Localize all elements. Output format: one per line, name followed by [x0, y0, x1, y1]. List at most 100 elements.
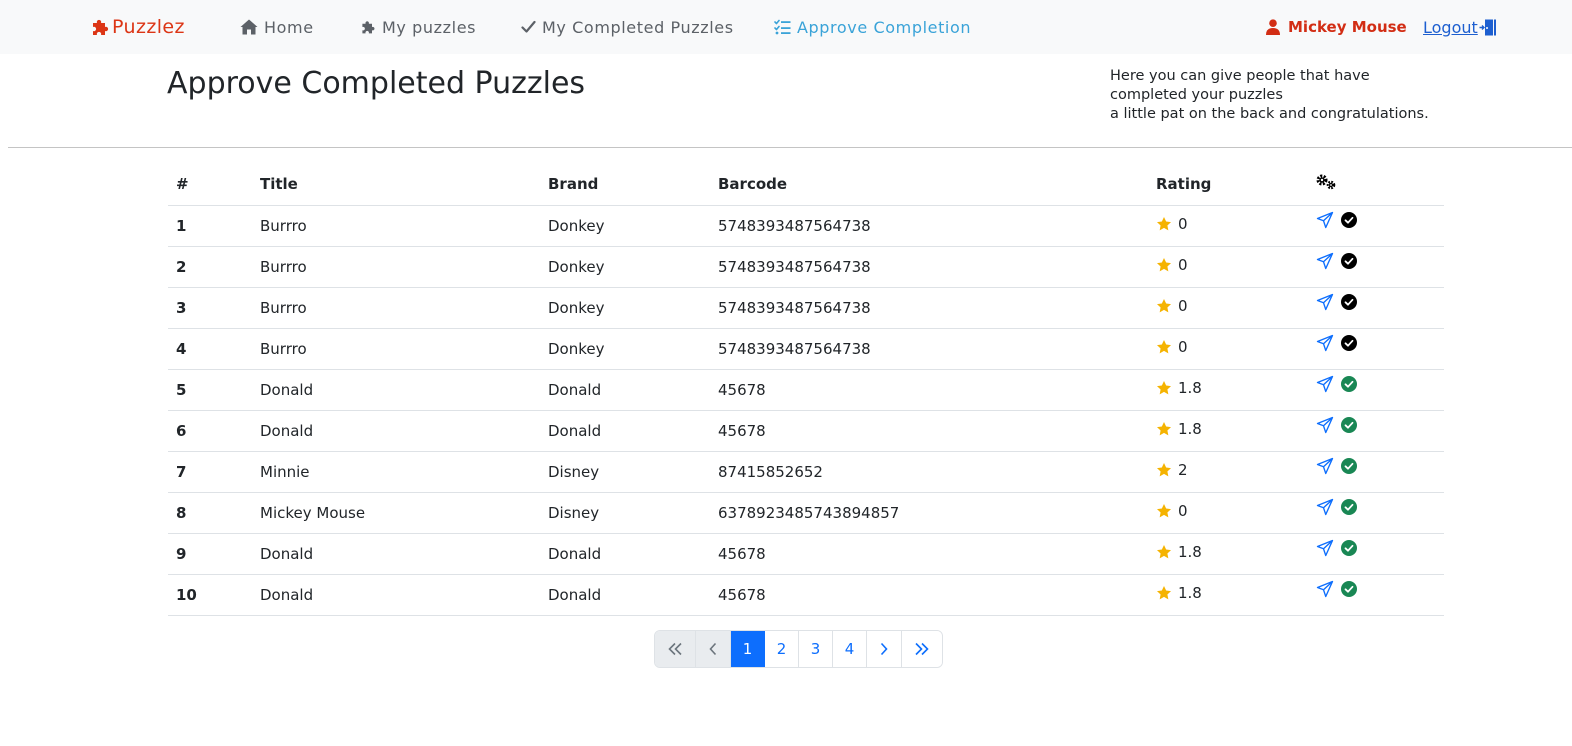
chevron-left-icon — [709, 642, 717, 656]
pagination-last-button[interactable] — [902, 631, 942, 667]
approved-check-icon[interactable] — [1341, 580, 1357, 597]
approved-check-icon[interactable] — [1341, 375, 1357, 392]
brand-link[interactable]: Puzzlez — [90, 0, 185, 54]
row-number: 3 — [168, 287, 252, 329]
star-icon — [1156, 503, 1178, 519]
send-congratulations-icon[interactable] — [1316, 539, 1334, 557]
pagination-previous-button[interactable] — [696, 631, 731, 667]
approved-check-icon[interactable] — [1341, 457, 1357, 474]
send-congratulations-icon[interactable] — [1316, 457, 1334, 475]
rating-value: 1.8 — [1178, 584, 1202, 602]
approved-check-icon[interactable] — [1341, 416, 1357, 433]
approved-check-icon[interactable] — [1341, 539, 1357, 556]
brand-name: Puzzlez — [112, 16, 185, 38]
send-congratulations-icon[interactable] — [1316, 416, 1334, 434]
approve-check-icon[interactable] — [1341, 252, 1357, 269]
nav-my-puzzles[interactable]: My puzzles — [360, 0, 476, 54]
row-actions — [1316, 375, 1357, 393]
nav-home[interactable]: Home — [240, 0, 314, 54]
approved-check-icon[interactable] — [1341, 498, 1357, 515]
row-number: 2 — [168, 246, 252, 288]
rating: 1.8 — [1156, 543, 1202, 561]
row-actions — [1316, 580, 1357, 598]
puzzle-barcode: 45678 — [710, 410, 1148, 452]
actions-cell — [1308, 451, 1444, 493]
send-congratulations-icon[interactable] — [1316, 580, 1334, 598]
puzzle-barcode: 5748393487564738 — [710, 328, 1148, 370]
actions-cell — [1308, 533, 1444, 575]
row-number: 5 — [168, 369, 252, 411]
rating-value: 2 — [1178, 461, 1188, 479]
column-header-number: # — [168, 164, 252, 206]
puzzle-title: Burrro — [252, 287, 540, 329]
pagination-first-button[interactable] — [655, 631, 696, 667]
row-actions — [1316, 293, 1357, 311]
rating-cell: 1.8 — [1148, 410, 1308, 452]
row-actions — [1316, 457, 1357, 475]
pagination-page-3[interactable]: 3 — [799, 631, 833, 667]
puzzle-title: Donald — [252, 410, 540, 452]
nav-my-completed-puzzles[interactable]: My Completed Puzzles — [521, 0, 734, 54]
actions-cell — [1308, 492, 1444, 534]
column-header-title: Title — [252, 164, 540, 206]
pagination-next-button[interactable] — [867, 631, 902, 667]
rating-cell: 0 — [1148, 328, 1308, 370]
actions-cell — [1308, 574, 1444, 616]
puzzle-title: Donald — [252, 369, 540, 411]
user-profile-link[interactable]: Mickey Mouse — [1266, 0, 1407, 54]
user-icon — [1266, 19, 1280, 35]
completed-puzzles-table: # Title Brand Barcode Rating 1 Burrro Do… — [168, 164, 1444, 616]
navbar: Puzzlez Home My puzzles My Completed Puz… — [0, 0, 1572, 54]
puzzle-piece-icon — [362, 21, 375, 34]
puzzle-barcode: 5748393487564738 — [710, 246, 1148, 288]
row-number: 9 — [168, 533, 252, 575]
send-congratulations-icon[interactable] — [1316, 498, 1334, 516]
puzzle-brand: Donald — [540, 533, 710, 575]
table-row: 3 Burrro Donkey 5748393487564738 0 — [168, 287, 1444, 329]
row-number: 4 — [168, 328, 252, 370]
nav-approve-completion-label: Approve Completion — [797, 17, 972, 37]
puzzle-barcode: 6378923485743894857 — [710, 492, 1148, 534]
approve-check-icon[interactable] — [1341, 211, 1357, 228]
gears-icon — [1316, 174, 1337, 190]
pagination-page-4[interactable]: 4 — [833, 631, 867, 667]
logout-link[interactable]: Logout — [1423, 0, 1497, 54]
rating-cell: 0 — [1148, 287, 1308, 329]
table-row: 5 Donald Donald 45678 1.8 — [168, 369, 1444, 411]
rating: 1.8 — [1156, 379, 1202, 397]
puzzle-title: Donald — [252, 533, 540, 575]
rating-value: 0 — [1178, 502, 1188, 520]
row-number: 1 — [168, 205, 252, 247]
star-icon — [1156, 544, 1178, 560]
puzzle-brand: Donald — [540, 574, 710, 616]
pagination-page-1[interactable]: 1 — [731, 631, 765, 667]
pagination-page-2[interactable]: 2 — [765, 631, 799, 667]
star-icon — [1156, 380, 1178, 396]
nav-approve-completion[interactable]: Approve Completion — [774, 0, 971, 54]
intro-line: Here you can give people that have — [1110, 68, 1370, 84]
puzzle-brand: Donkey — [540, 205, 710, 247]
star-icon — [1156, 298, 1178, 314]
column-header-brand: Brand — [540, 164, 710, 206]
rating-value: 1.8 — [1178, 379, 1202, 397]
double-chevron-right-icon — [915, 642, 929, 656]
actions-cell — [1308, 246, 1444, 288]
row-actions — [1316, 211, 1357, 229]
send-congratulations-icon[interactable] — [1316, 211, 1334, 229]
rating-value: 1.8 — [1178, 420, 1202, 438]
rating-value: 0 — [1178, 297, 1188, 315]
row-number: 6 — [168, 410, 252, 452]
puzzle-brand: Donald — [540, 369, 710, 411]
send-congratulations-icon[interactable] — [1316, 252, 1334, 270]
send-congratulations-icon[interactable] — [1316, 334, 1334, 352]
approve-check-icon[interactable] — [1341, 334, 1357, 351]
puzzle-barcode: 5748393487564738 — [710, 205, 1148, 247]
logout-label: Logout — [1423, 17, 1478, 37]
rating: 0 — [1156, 502, 1188, 520]
star-icon — [1156, 216, 1178, 232]
send-congratulations-icon[interactable] — [1316, 293, 1334, 311]
rating-value: 0 — [1178, 256, 1188, 274]
approve-check-icon[interactable] — [1341, 293, 1357, 310]
send-congratulations-icon[interactable] — [1316, 375, 1334, 393]
puzzle-title: Donald — [252, 574, 540, 616]
